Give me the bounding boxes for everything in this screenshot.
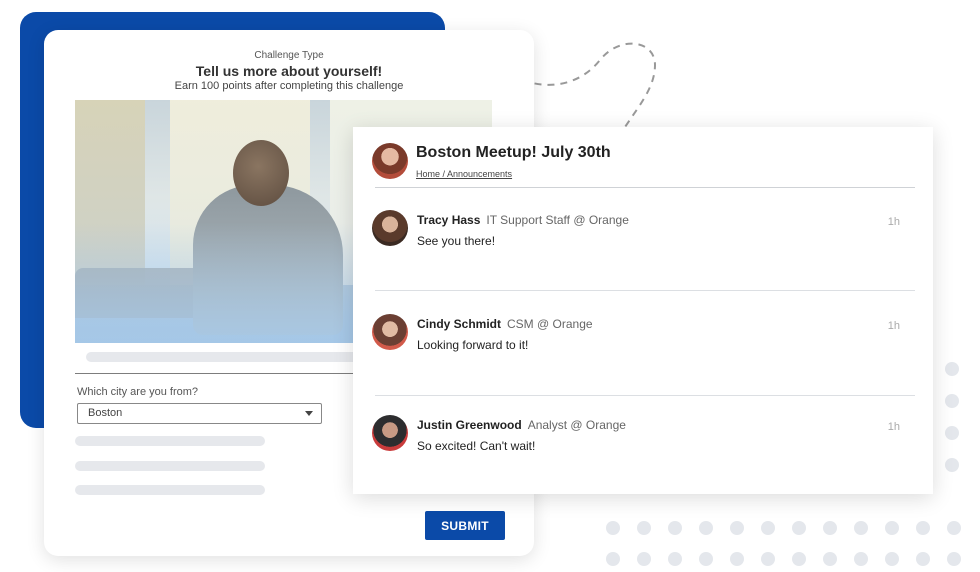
- decorative-dot: [606, 552, 620, 566]
- avatar: [372, 415, 408, 451]
- decorative-dot: [637, 521, 651, 535]
- comment-author[interactable]: Cindy Schmidt: [417, 317, 501, 331]
- comment-time: 1h: [887, 216, 900, 228]
- divider: [75, 373, 361, 374]
- city-question-label: Which city are you from?: [77, 386, 199, 398]
- decorative-dot: [854, 552, 868, 566]
- divider: [375, 187, 915, 188]
- comment-text: See you there!: [417, 234, 496, 248]
- decorative-dot: [885, 552, 899, 566]
- decorative-dot: [668, 521, 682, 535]
- decorative-dot: [945, 426, 959, 440]
- dashed-path-decoration: [521, 42, 657, 136]
- decorative-dot: [885, 521, 899, 535]
- comment-item: Tracy Hass IT Support Staff @ Orange See …: [353, 210, 933, 300]
- comment-author-role: CSM @ Orange: [507, 317, 593, 331]
- avatar: [372, 314, 408, 350]
- placeholder-bar: [75, 485, 265, 495]
- city-select-value: Boston: [88, 407, 123, 419]
- decorative-dot: [761, 552, 775, 566]
- comment-text: So excited! Can't wait!: [417, 439, 536, 453]
- decorative-dot: [823, 521, 837, 535]
- avatar: [372, 143, 408, 179]
- decorative-dot: [699, 552, 713, 566]
- divider: [375, 395, 915, 396]
- decorative-dot: [945, 458, 959, 472]
- decorative-dot: [761, 521, 775, 535]
- decorative-dot: [947, 552, 961, 566]
- breadcrumb[interactable]: Home / Announcements: [416, 169, 512, 179]
- comment-time: 1h: [887, 320, 900, 332]
- decorative-dot: [730, 552, 744, 566]
- placeholder-bar: [86, 352, 361, 362]
- announcement-title: Boston Meetup! July 30th: [416, 144, 611, 161]
- decorative-dot: [947, 521, 961, 535]
- comment-text: Looking forward to it!: [417, 338, 529, 352]
- comment-author[interactable]: Justin Greenwood: [417, 418, 522, 432]
- decorative-dot: [730, 521, 744, 535]
- decorative-dot: [854, 521, 868, 535]
- decorative-dot: [945, 394, 959, 408]
- decorative-dot: [637, 552, 651, 566]
- decorative-dot: [792, 521, 806, 535]
- comment-author[interactable]: Tracy Hass: [417, 213, 480, 227]
- decorative-dot: [792, 552, 806, 566]
- placeholder-bar: [75, 461, 265, 471]
- placeholder-bar: [75, 436, 265, 446]
- challenge-title: Tell us more about yourself!: [195, 63, 383, 79]
- decorative-dot: [945, 362, 959, 376]
- chevron-down-icon: [305, 411, 313, 416]
- challenge-subtitle: Earn 100 points after completing this ch…: [174, 80, 404, 92]
- decorative-dot: [916, 521, 930, 535]
- divider: [375, 290, 915, 291]
- decorative-dot: [606, 521, 620, 535]
- submit-button[interactable]: SUBMIT: [425, 511, 505, 540]
- decorative-dot: [823, 552, 837, 566]
- announcement-card: Boston Meetup! July 30th Home / Announce…: [353, 127, 933, 494]
- comment-item: Cindy Schmidt CSM @ Orange Looking forwar…: [353, 314, 933, 404]
- avatar: [372, 210, 408, 246]
- comment-time: 1h: [887, 421, 900, 433]
- comment-author-role: Analyst @ Orange: [527, 418, 626, 432]
- comment-author-role: IT Support Staff @ Orange: [486, 213, 629, 227]
- city-select[interactable]: Boston: [77, 403, 322, 424]
- decorative-dot: [916, 552, 930, 566]
- challenge-type-label: Challenge Type: [254, 50, 324, 61]
- decorative-dot: [699, 521, 713, 535]
- comment-item: Justin Greenwood Analyst @ Orange So exci…: [353, 415, 933, 505]
- decorative-dot: [668, 552, 682, 566]
